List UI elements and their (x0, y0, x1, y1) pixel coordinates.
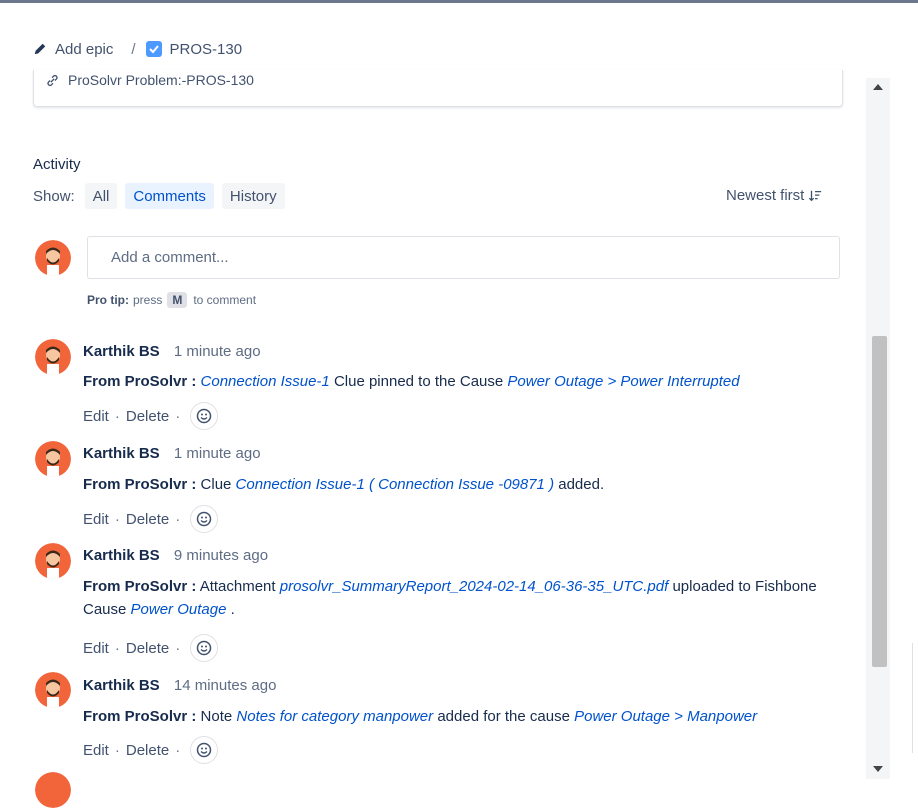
emoji-icon (196, 511, 212, 527)
comment-actions: Edit · Delete · (83, 634, 219, 662)
comment-source: From ProSolvr : (83, 476, 197, 493)
comment-text: added. (554, 476, 605, 493)
comment-link[interactable]: Connection Issue-1 ( Connection Issue -0… (236, 476, 555, 493)
comment-header: Karthik BS 9 minutes ago (83, 547, 268, 564)
issue-key-link[interactable]: PROS-130 (170, 41, 243, 58)
top-border (0, 0, 918, 3)
comment-body: From ProSolvr : Note Notes for category … (83, 705, 843, 728)
avatar (35, 543, 71, 579)
comment-link[interactable]: Power Outage > Power Interrupted (507, 373, 739, 390)
comment-link[interactable]: Connection Issue-1 (201, 373, 330, 390)
add-reaction-button[interactable] (190, 736, 219, 764)
add-reaction-button[interactable] (190, 402, 219, 430)
breadcrumb: Add epic / PROS-130 (33, 38, 242, 60)
comment-text: Clue pinned to the Cause (329, 373, 508, 390)
avatar (35, 672, 71, 708)
separator-dot: · (114, 741, 120, 759)
delete-button[interactable]: Delete (126, 742, 169, 759)
comment-header: Karthik BS 1 minute ago (83, 343, 261, 360)
comment-link[interactable]: prosolvr_SummaryReport_2024-02-14_06-36-… (280, 578, 669, 595)
comment-actions: Edit · Delete · (83, 402, 219, 430)
comment-time[interactable]: 9 minutes ago (174, 547, 268, 564)
comment-text: Note (196, 708, 237, 725)
add-epic-link[interactable]: Add epic (55, 41, 113, 58)
link-icon (47, 74, 58, 86)
checkbox-icon (145, 41, 162, 57)
breadcrumb-separator: / (131, 40, 136, 58)
separator-dot: · (175, 407, 181, 425)
pro-tip-post: to comment (193, 293, 257, 307)
comment-source: From ProSolvr : (83, 578, 197, 595)
show-label: Show: (33, 187, 75, 205)
comment-time[interactable]: 14 minutes ago (174, 677, 277, 694)
pro-tip-pre: press (133, 293, 163, 307)
delete-button[interactable]: Delete (126, 408, 169, 425)
delete-button[interactable]: Delete (126, 640, 169, 657)
filter-comments[interactable]: Comments (125, 183, 214, 209)
comment-body: From ProSolvr : Clue Connection Issue-1 … (83, 473, 843, 496)
emoji-icon (196, 640, 212, 656)
pro-tip-label: Pro tip: (87, 293, 129, 307)
comment-text: Attachment (196, 578, 280, 595)
comment-header: Karthik BS 1 minute ago (83, 445, 261, 462)
separator-dot: · (175, 741, 181, 759)
sort-label: Newest first (726, 187, 805, 204)
separator-dot: · (114, 510, 120, 528)
sort-icon (809, 190, 822, 201)
scrollbar-thumb[interactable] (872, 336, 887, 667)
add-reaction-button[interactable] (190, 634, 219, 662)
activity-filter-row: Show: All Comments History (33, 183, 293, 209)
panel-edge (912, 643, 918, 753)
filter-history[interactable]: History (221, 183, 285, 209)
sort-toggle[interactable]: Newest first (726, 187, 822, 204)
edit-button[interactable]: Edit (83, 640, 109, 657)
add-comment-input[interactable] (87, 236, 840, 279)
pro-tip: Pro tip: press M to comment (87, 292, 256, 308)
comment-text: . (226, 601, 235, 618)
add-reaction-button[interactable] (190, 505, 219, 533)
avatar (35, 772, 71, 808)
pro-tip-key: M (167, 292, 188, 308)
separator-dot: · (114, 407, 120, 425)
emoji-icon (196, 742, 212, 758)
comment-time[interactable]: 1 minute ago (174, 445, 261, 462)
scroll-down-arrow-icon[interactable] (873, 766, 883, 772)
comment-author[interactable]: Karthik BS (83, 343, 160, 360)
avatar (35, 240, 71, 276)
avatar (35, 339, 71, 375)
edit-button[interactable]: Edit (83, 408, 109, 425)
linked-item-text[interactable]: ProSolvr Problem:-PROS-130 (68, 72, 254, 88)
separator-dot: · (175, 510, 181, 528)
avatar (35, 441, 71, 477)
separator-dot: · (175, 639, 181, 657)
comment-header: Karthik BS 14 minutes ago (83, 677, 276, 694)
comment-source: From ProSolvr : (83, 373, 197, 390)
comment-text: Clue (196, 476, 236, 493)
edit-button[interactable]: Edit (83, 742, 109, 759)
linked-item-card[interactable]: ProSolvr Problem:-PROS-130 (33, 70, 843, 107)
comment-author[interactable]: Karthik BS (83, 677, 160, 694)
comment-link[interactable]: Notes for category manpower (236, 708, 433, 725)
comment-author[interactable]: Karthik BS (83, 547, 160, 564)
comment-actions: Edit · Delete · (83, 736, 219, 764)
delete-button[interactable]: Delete (126, 511, 169, 528)
pencil-icon (34, 43, 46, 55)
comment-author[interactable]: Karthik BS (83, 445, 160, 462)
filter-all[interactable]: All (84, 183, 118, 209)
comment-link[interactable]: Power Outage > Manpower (574, 708, 757, 725)
comment-text: added for the cause (433, 708, 575, 725)
comment-link[interactable]: Power Outage (131, 601, 227, 618)
comment-body: From ProSolvr : Attachment prosolvr_Summ… (83, 575, 843, 621)
comment-time[interactable]: 1 minute ago (174, 343, 261, 360)
activity-title: Activity (33, 156, 81, 173)
comment-body: From ProSolvr : Connection Issue-1 Clue … (83, 370, 843, 393)
comment-actions: Edit · Delete · (83, 505, 219, 533)
emoji-icon (196, 408, 212, 424)
edit-button[interactable]: Edit (83, 511, 109, 528)
scroll-up-arrow-icon[interactable] (873, 84, 883, 90)
comment-source: From ProSolvr : (83, 708, 197, 725)
separator-dot: · (114, 639, 120, 657)
